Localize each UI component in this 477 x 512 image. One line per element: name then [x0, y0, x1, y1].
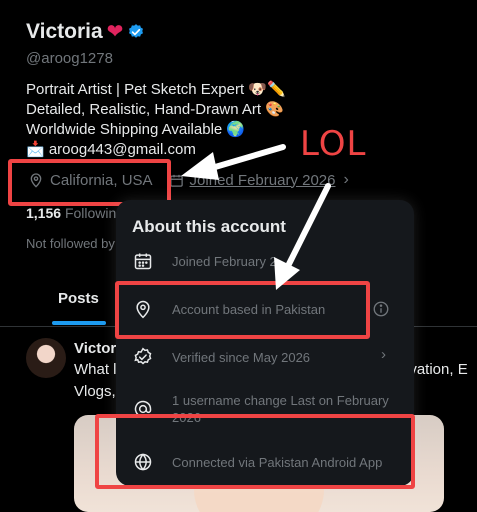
display-name: Victoria: [26, 20, 103, 43]
highlight-box-connected: [95, 414, 415, 489]
bio-line-email: 📩 aroog443@gmail.com: [26, 141, 196, 158]
popup-row-verified[interactable]: Verified since May 2026 ›: [132, 346, 402, 368]
chevron-right-icon[interactable]: ›: [343, 171, 348, 189]
bio-line: Detailed, Realistic, Hand-Drawn Art 🎨: [26, 101, 284, 118]
lol-annotation: LOL: [300, 124, 367, 164]
popup-row-joined: Joined February 2: [132, 250, 402, 272]
tab-posts[interactable]: Posts: [58, 290, 99, 307]
tweet-text: Vlogs,: [74, 383, 116, 400]
info-icon[interactable]: [372, 300, 390, 321]
joined-link[interactable]: Joined February 2026: [169, 171, 336, 189]
bio-line: Worldwide Shipping Available 🌍: [26, 121, 246, 138]
popup-title: About this account: [132, 217, 286, 236]
following-number: 1,156: [26, 205, 62, 221]
profile-bio: Portrait Artist | Pet Sketch Expert 🐶✏️ …: [26, 80, 326, 160]
highlight-box-based-in: [115, 281, 370, 339]
tab-active-indicator: [52, 321, 106, 325]
profile-handle: @aroog1278: [26, 50, 113, 67]
verified-badge-icon: [129, 24, 144, 38]
tweet-author[interactable]: Victor: [74, 340, 116, 357]
joined-text: Joined February 2026: [189, 171, 336, 189]
following-count[interactable]: 1,156 Followin: [26, 205, 116, 221]
popup-row-text: Joined February 2: [172, 253, 277, 269]
not-followed-text: Not followed by: [26, 236, 115, 251]
tweet-text: What l: [74, 361, 117, 378]
popup-row-text: Verified since May 2026: [172, 349, 311, 365]
profile-name-row: Victoria ❤: [26, 20, 145, 44]
popup-row-text-line: 1 username change Last on February: [172, 393, 389, 408]
bio-line: Portrait Artist | Pet Sketch Expert 🐶✏️: [26, 81, 286, 98]
verified-badge-icon: [132, 346, 154, 368]
following-label: Followin: [64, 205, 117, 221]
highlight-box-location: [8, 159, 171, 206]
avatar[interactable]: [26, 338, 66, 378]
tweet-text-overflow: ivation, E: [406, 361, 468, 378]
calendar-icon: [132, 250, 154, 272]
heart-emoji: ❤: [106, 21, 124, 43]
chevron-right-icon[interactable]: ›: [381, 346, 386, 363]
